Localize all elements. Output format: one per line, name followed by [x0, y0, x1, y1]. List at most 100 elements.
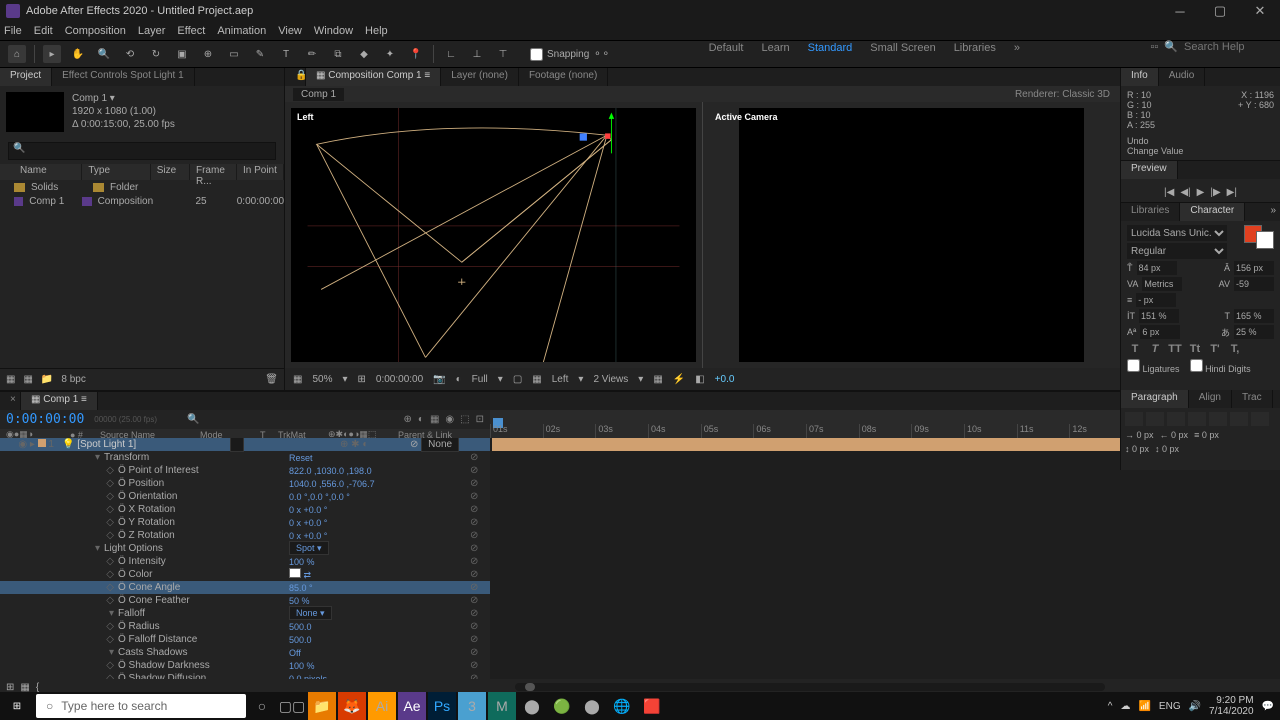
tab-paragraph[interactable]: Paragraph [1121, 390, 1189, 408]
last-frame-icon[interactable]: ▶| [1227, 187, 1237, 198]
res-icon[interactable]: ⊞ [358, 374, 366, 385]
illustrator-icon[interactable]: Ai [368, 692, 396, 720]
tl-icon[interactable]: ◐ [418, 414, 424, 425]
tray-volume-icon[interactable]: 🔊 [1189, 701, 1201, 712]
menu-view[interactable]: View [278, 25, 302, 37]
ligatures-checkbox[interactable]: Ligatures [1127, 359, 1180, 374]
timeline-layer-row[interactable]: ▾FalloffNone ▾⊘ [0, 607, 490, 620]
first-frame-icon[interactable]: |◀ [1164, 187, 1174, 198]
anchor-tool-icon[interactable]: ⊕ [199, 45, 217, 63]
snapping-checkbox[interactable] [530, 48, 543, 61]
snapshot-icon[interactable]: 📷 [433, 374, 445, 385]
notifications-icon[interactable]: 💬 [1262, 701, 1274, 712]
timeline-layer-row[interactable]: ◇Ö Z Rotation0 x +0.0 °⊘ [0, 529, 490, 542]
view-axis-icon[interactable]: ⊤ [494, 45, 512, 63]
timeline-layer-row[interactable]: ◇Ö Radius500.0⊘ [0, 620, 490, 633]
project-item-comp[interactable]: Comp 1 Composition 25 0:00:00:00 [0, 194, 284, 208]
timeline-layer-row[interactable]: ◉ ▸ 1💡 [Spot Light 1]⊕ ✱ ◐⊘ None [0, 438, 490, 451]
timeline-layer-row[interactable]: ◇Ö Shadow Diffusion0.0 pixels⊘ [0, 672, 490, 679]
stroke-input[interactable] [1136, 293, 1176, 307]
transp-icon[interactable]: ▦ [532, 374, 541, 385]
new-tab-icon[interactable]: × [0, 392, 21, 410]
menu-edit[interactable]: Edit [34, 25, 53, 37]
timeline-layer-row[interactable]: ▾Light OptionsSpot ▾⊘ [0, 542, 490, 555]
tray-wifi-icon[interactable]: 📶 [1138, 701, 1150, 712]
timeline-layer-row[interactable]: ◇Ö Intensity100 %⊘ [0, 555, 490, 568]
view-select[interactable]: Left [552, 374, 569, 385]
tsume-input[interactable] [1234, 325, 1274, 339]
search-help-input[interactable] [1184, 41, 1274, 53]
tab-composition[interactable]: ▦ Composition Comp 1 ≡ [306, 68, 441, 86]
tab-audio[interactable]: Audio [1159, 68, 1206, 86]
align-right[interactable] [1167, 412, 1185, 426]
faux-italic[interactable]: T [1147, 343, 1163, 355]
res-select[interactable]: Full [472, 374, 488, 385]
font-style-select[interactable]: Regular [1127, 243, 1227, 259]
channel-icon[interactable]: ◐ [456, 374, 462, 385]
menu-help[interactable]: Help [365, 25, 388, 37]
menu-file[interactable]: File [4, 25, 22, 37]
tab-comp1[interactable]: ▦ Comp 1 ≡ [21, 392, 98, 410]
new-folder-icon[interactable]: 📁 [41, 374, 53, 385]
tab-info[interactable]: Info [1121, 68, 1159, 86]
ws-default[interactable]: Default [709, 42, 744, 54]
app-icon[interactable]: 🟥 [638, 692, 666, 720]
font-select[interactable]: Lucida Sans Unic... [1127, 225, 1227, 241]
switch-icon[interactable]: ⊞ [6, 682, 14, 693]
ws-standard[interactable]: Standard [808, 42, 853, 54]
new-comp-icon[interactable]: ▦ [23, 374, 32, 385]
timeline-layer-row[interactable]: ◇Ö Point of Interest822.0 ,1030.0 ,198.0… [0, 464, 490, 477]
start-button[interactable]: ⊞ [0, 692, 34, 720]
all-caps[interactable]: TT [1167, 343, 1183, 355]
menu-animation[interactable]: Animation [217, 25, 266, 37]
tl-icon[interactable]: ⊕ [404, 414, 412, 425]
home-icon[interactable]: ⌂ [8, 45, 26, 63]
align-left[interactable] [1125, 412, 1143, 426]
numviews-select[interactable]: 2 Views [593, 374, 628, 385]
tab-effect-controls[interactable]: Effect Controls Spot Light 1 [52, 68, 195, 86]
time-display[interactable]: 0:00:00:00 [376, 374, 423, 385]
type-tool-icon[interactable]: T [277, 45, 295, 63]
faux-bold[interactable]: T [1127, 343, 1143, 355]
3dsmax-icon[interactable]: 3 [458, 692, 486, 720]
track-area[interactable] [490, 438, 1280, 679]
tray-lang[interactable]: ENG [1159, 701, 1181, 712]
minimize-button[interactable]: ─ [1160, 0, 1200, 22]
mag-select[interactable]: 50% [312, 374, 332, 385]
tl-icon[interactable]: ⬚ [460, 414, 469, 425]
justify-all[interactable] [1251, 412, 1269, 426]
trash-icon[interactable]: 🗑 [265, 374, 278, 385]
3d-icon[interactable]: ◧ [695, 374, 704, 385]
brush-tool-icon[interactable]: ✏ [303, 45, 321, 63]
roto-tool-icon[interactable]: ✦ [381, 45, 399, 63]
ws-small[interactable]: Small Screen [870, 42, 935, 54]
tab-preview[interactable]: Preview [1121, 161, 1178, 179]
leading-input[interactable] [1234, 261, 1274, 275]
clone-tool-icon[interactable]: ⧉ [329, 45, 347, 63]
shape-tool-icon[interactable]: ▭ [225, 45, 243, 63]
firefox-icon[interactable]: 🦊 [338, 692, 366, 720]
superscript[interactable]: T' [1207, 343, 1223, 355]
selection-tool-icon[interactable]: ▸ [43, 45, 61, 63]
subscript[interactable]: T, [1227, 343, 1243, 355]
bpc-toggle[interactable]: 8 bpc [61, 374, 85, 385]
timeline-layer-row[interactable]: ◇Ö X Rotation0 x +0.0 °⊘ [0, 503, 490, 516]
menu-window[interactable]: Window [314, 25, 353, 37]
aftereffects-icon[interactable]: Ae [398, 692, 426, 720]
justify-center[interactable] [1209, 412, 1227, 426]
tray-cloud-icon[interactable]: ☁ [1120, 701, 1130, 712]
puppet-tool-icon[interactable]: 📍 [407, 45, 425, 63]
camera-tool-icon[interactable]: ▣ [173, 45, 191, 63]
spotify-icon[interactable]: 🟢 [548, 692, 576, 720]
timeline-layer-row[interactable]: ◇Ö Falloff Distance500.0⊘ [0, 633, 490, 646]
taskview-icon[interactable]: ▢▢ [278, 692, 306, 720]
bshift-input[interactable] [1140, 325, 1180, 339]
ws-learn[interactable]: Learn [761, 42, 789, 54]
timeline-layer-row[interactable]: ▾TransformReset⊘ [0, 451, 490, 464]
menu-composition[interactable]: Composition [65, 25, 126, 37]
tab-layer[interactable]: Layer (none) [441, 68, 519, 86]
maya-icon[interactable]: M [488, 692, 516, 720]
cortana-icon[interactable]: ○ [248, 692, 276, 720]
tab-libraries[interactable]: Libraries [1121, 203, 1180, 221]
prev-frame-icon[interactable]: ◀| [1180, 187, 1190, 198]
